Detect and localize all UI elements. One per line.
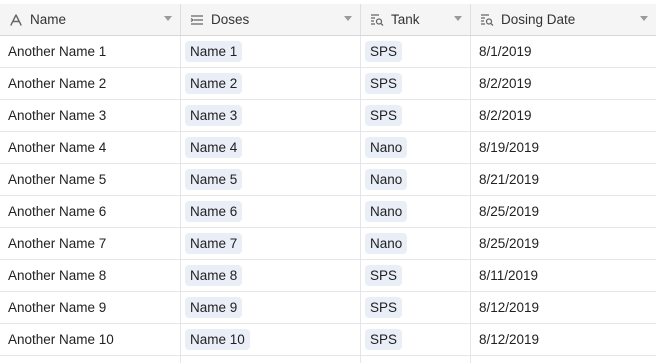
linked-records-icon: [189, 12, 205, 28]
tank-cell[interactable]: Nano: [361, 164, 471, 195]
table-row[interactable]: Another Name 8 Name 8 SPS 8/11/2019: [0, 260, 656, 292]
tank-cell[interactable]: SPS: [361, 68, 471, 99]
lookup-value-pill: Nano: [365, 169, 408, 190]
doses-cell[interactable]: Name 5: [181, 164, 361, 195]
linked-record-pill[interactable]: Name 9: [185, 297, 243, 318]
linked-record-pill[interactable]: Name 2: [185, 73, 243, 94]
tank-cell[interactable]: SPS: [361, 36, 471, 67]
table-row[interactable]: Another Name 7 Name 7 Nano 8/25/2019: [0, 228, 656, 260]
column-header-label: Tank: [391, 12, 420, 27]
column-header-row: Name Doses Tank Dosing Date: [0, 4, 656, 36]
linked-record-pill[interactable]: Name 10: [185, 329, 250, 350]
table-body: Another Name 1 Name 1 SPS 8/1/2019 Anoth…: [0, 36, 656, 363]
linked-record-pill[interactable]: Name 7: [185, 233, 243, 254]
linked-record-pill[interactable]: Name 8: [185, 265, 243, 286]
doses-cell[interactable]: Name 9: [181, 292, 361, 323]
linked-record-pill[interactable]: Name 6: [185, 201, 243, 222]
name-cell[interactable]: Another Name 3: [0, 100, 181, 131]
name-cell[interactable]: Another Name 7: [0, 228, 181, 259]
doses-cell[interactable]: Name 3: [181, 100, 361, 131]
column-header-label: Name: [30, 12, 67, 27]
empty-row: [0, 356, 656, 363]
doses-cell[interactable]: Name 8: [181, 260, 361, 291]
dosing-date-cell[interactable]: 8/12/2019: [471, 292, 656, 323]
tank-cell[interactable]: SPS: [361, 100, 471, 131]
column-header-tank[interactable]: Tank: [361, 4, 471, 35]
doses-cell[interactable]: Name 10: [181, 324, 361, 355]
column-header-dosing-date[interactable]: Dosing Date: [471, 4, 656, 35]
chevron-down-icon[interactable]: [344, 16, 352, 21]
chevron-down-icon[interactable]: [640, 16, 648, 21]
lookup-value-pill: SPS: [365, 297, 403, 318]
name-cell[interactable]: Another Name 8: [0, 260, 181, 291]
lookup-icon: [479, 12, 495, 28]
tank-cell[interactable]: Nano: [361, 132, 471, 163]
dosing-date-cell[interactable]: 8/11/2019: [471, 260, 656, 291]
table-row[interactable]: Another Name 9 Name 9 SPS 8/12/2019: [0, 292, 656, 324]
dosing-date-cell[interactable]: 8/1/2019: [471, 36, 656, 67]
linked-record-pill[interactable]: Name 5: [185, 169, 243, 190]
lookup-value-pill: SPS: [365, 73, 403, 94]
dosing-date-cell[interactable]: 8/2/2019: [471, 68, 656, 99]
doses-cell[interactable]: Name 1: [181, 36, 361, 67]
table-row[interactable]: Another Name 6 Name 6 Nano 8/25/2019: [0, 196, 656, 228]
tank-cell[interactable]: SPS: [361, 324, 471, 355]
column-header-doses[interactable]: Doses: [181, 4, 361, 35]
linked-record-pill[interactable]: Name 1: [185, 41, 243, 62]
tank-cell[interactable]: SPS: [361, 292, 471, 323]
name-cell[interactable]: Another Name 1: [0, 36, 181, 67]
table-row[interactable]: Another Name 1 Name 1 SPS 8/1/2019: [0, 36, 656, 68]
empty-cell: [0, 356, 181, 363]
lookup-value-pill: SPS: [365, 41, 403, 62]
column-header-label: Dosing Date: [501, 12, 576, 27]
table-row[interactable]: Another Name 5 Name 5 Nano 8/21/2019: [0, 164, 656, 196]
column-header-name[interactable]: Name: [0, 4, 181, 35]
lookup-value-pill: Nano: [365, 233, 408, 254]
dosing-date-cell[interactable]: 8/12/2019: [471, 324, 656, 355]
doses-cell[interactable]: Name 4: [181, 132, 361, 163]
dosing-date-cell[interactable]: 8/25/2019: [471, 228, 656, 259]
chevron-down-icon[interactable]: [454, 16, 462, 21]
dosing-date-cell[interactable]: 8/21/2019: [471, 164, 656, 195]
lookup-value-pill: SPS: [365, 265, 403, 286]
name-cell[interactable]: Another Name 4: [0, 132, 181, 163]
dosing-date-cell[interactable]: 8/19/2019: [471, 132, 656, 163]
name-cell[interactable]: Another Name 6: [0, 196, 181, 227]
tank-cell[interactable]: Nano: [361, 228, 471, 259]
text-field-icon: [8, 12, 24, 28]
data-grid: Name Doses Tank Dosing Date Another Name…: [0, 0, 656, 363]
table-row[interactable]: Another Name 3 Name 3 SPS 8/2/2019: [0, 100, 656, 132]
tank-cell[interactable]: SPS: [361, 260, 471, 291]
chevron-down-icon[interactable]: [164, 16, 172, 21]
table-row[interactable]: Another Name 10 Name 10 SPS 8/12/2019: [0, 324, 656, 356]
name-cell[interactable]: Another Name 9: [0, 292, 181, 323]
doses-cell[interactable]: Name 6: [181, 196, 361, 227]
linked-record-pill[interactable]: Name 4: [185, 137, 243, 158]
doses-cell[interactable]: Name 7: [181, 228, 361, 259]
linked-record-pill[interactable]: Name 3: [185, 105, 243, 126]
doses-cell[interactable]: Name 2: [181, 68, 361, 99]
lookup-icon: [369, 12, 385, 28]
dosing-date-cell[interactable]: 8/2/2019: [471, 100, 656, 131]
dosing-date-cell[interactable]: 8/25/2019: [471, 196, 656, 227]
lookup-value-pill: Nano: [365, 137, 408, 158]
empty-cell: [471, 356, 656, 363]
tank-cell[interactable]: Nano: [361, 196, 471, 227]
empty-cell: [361, 356, 471, 363]
column-header-label: Doses: [211, 12, 250, 27]
lookup-value-pill: SPS: [365, 329, 403, 350]
name-cell[interactable]: Another Name 10: [0, 324, 181, 355]
name-cell[interactable]: Another Name 2: [0, 68, 181, 99]
empty-cell: [181, 356, 361, 363]
table-row[interactable]: Another Name 4 Name 4 Nano 8/19/2019: [0, 132, 656, 164]
table-row[interactable]: Another Name 2 Name 2 SPS 8/2/2019: [0, 68, 656, 100]
lookup-value-pill: SPS: [365, 105, 403, 126]
name-cell[interactable]: Another Name 5: [0, 164, 181, 195]
lookup-value-pill: Nano: [365, 201, 408, 222]
